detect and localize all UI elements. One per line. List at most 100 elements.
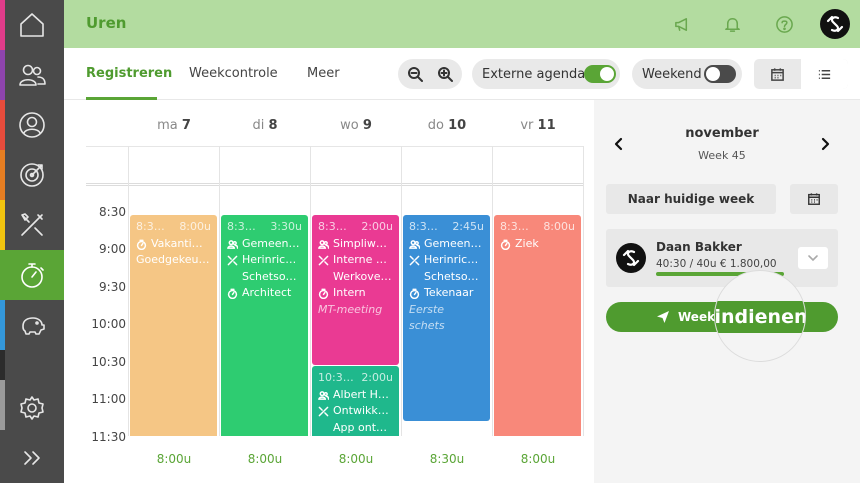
- tools-icon: [227, 255, 238, 266]
- stopwatch-icon: [21, 263, 44, 288]
- zoom-out-icon: [408, 67, 423, 82]
- event-line: Ziek: [500, 236, 575, 253]
- time-label: 9:00: [99, 242, 126, 256]
- toolbar: Registreren Weekcontrole Meer Externe ag…: [64, 48, 860, 100]
- external-agenda-toggle[interactable]: Externe agenda: [472, 59, 620, 89]
- tab-weekcontrole[interactable]: Weekcontrole: [189, 66, 278, 81]
- notifications-button[interactable]: [720, 12, 744, 36]
- event-line: Albert H…: [318, 387, 393, 404]
- nav-accent-stripe: [0, 350, 5, 380]
- event-line: Interne …: [318, 252, 393, 269]
- external-agenda-switch[interactable]: [584, 65, 616, 83]
- event-gemeente-tekenaar[interactable]: 8:3… 2:45u Gemeen… Herinric… Schetso… Tek…: [403, 215, 490, 421]
- event-line: Schetso…: [242, 269, 297, 283]
- event-time: 8:3… 8:00u: [136, 220, 211, 233]
- column-divider: [492, 146, 493, 438]
- chevron-right-icon: [821, 137, 830, 151]
- day-total: 8:00u: [520, 452, 556, 466]
- help-button[interactable]: [772, 12, 796, 36]
- view-switch: [754, 59, 848, 89]
- event-mt-meeting[interactable]: 8:3… 2:00u Simpliw… Interne … Werkove… In…: [312, 215, 399, 365]
- event-note: MT-meeting: [318, 302, 383, 316]
- stopwatch-icon: [136, 239, 147, 250]
- announcements-button[interactable]: [670, 12, 694, 36]
- gear-icon: [20, 396, 44, 420]
- tab-registreren[interactable]: Registreren: [86, 66, 172, 81]
- nav-home[interactable]: [0, 0, 64, 50]
- expand-user-button[interactable]: [798, 247, 828, 269]
- switch-knob: [600, 67, 614, 81]
- event-time: 8:3… 8:00u: [500, 220, 575, 233]
- nav-finance[interactable]: [0, 300, 64, 350]
- column-divider: [128, 146, 129, 438]
- user-name: Daan Bakker: [656, 240, 742, 254]
- week-label: Week 45: [698, 149, 746, 162]
- calendar-view-button[interactable]: [754, 59, 801, 89]
- next-week-button[interactable]: [818, 136, 832, 151]
- list-view-button[interactable]: [801, 59, 848, 89]
- event-gemeente-architect[interactable]: 8:3… 3:30u Gemeen… Herinric… Schetso… Arc…: [221, 215, 308, 440]
- week-panel: november Week 45 Naar huidige week Daan …: [594, 100, 860, 483]
- current-week-button[interactable]: Naar huidige week: [606, 184, 776, 214]
- time-label: 10:30: [91, 355, 126, 369]
- users-icon: [409, 239, 421, 250]
- app-header: Uren: [64, 0, 860, 48]
- nav-settings[interactable]: [0, 383, 64, 433]
- chevron-down-icon: [808, 255, 818, 262]
- brand-logo-icon: [622, 249, 640, 267]
- column-divider: [401, 146, 402, 438]
- grid-bottom-edge: [128, 436, 584, 440]
- month-label: november: [685, 126, 759, 141]
- external-agenda-label: Externe agenda: [482, 66, 586, 82]
- event-line: Herinric…: [409, 252, 484, 269]
- weekend-switch[interactable]: [704, 65, 736, 83]
- account-avatar[interactable]: [820, 9, 850, 39]
- weekend-toggle[interactable]: Weekend: [632, 59, 742, 89]
- nav-profile[interactable]: [0, 100, 64, 150]
- nav-expand[interactable]: [0, 433, 64, 483]
- event-albert-heijn[interactable]: 10:3… 2:00u Albert H… Ontwikk… App ont…: [312, 366, 399, 440]
- column-divider: [219, 146, 220, 438]
- time-label: 9:30: [99, 280, 126, 294]
- day-total: 8:00u: [338, 452, 374, 466]
- tab-meer[interactable]: Meer: [307, 66, 340, 81]
- event-note: schets: [409, 319, 445, 332]
- event-line: Tekenaar: [409, 285, 484, 302]
- week-calendar: ma 7 di 8 wo 9 do 10 vr 11 8:30 9:00 9:3…: [64, 100, 594, 483]
- event-ziek[interactable]: 8:3… 8:00u Ziek: [494, 215, 581, 440]
- column-divider: [310, 146, 311, 438]
- target-icon: [20, 163, 44, 187]
- tools-icon: [409, 255, 420, 266]
- column-divider: [583, 146, 584, 438]
- avatar: [616, 243, 646, 273]
- nav-hours[interactable]: [0, 250, 64, 300]
- day-total: 8:00u: [156, 452, 192, 466]
- nav-targets[interactable]: [0, 150, 64, 200]
- users-icon: [227, 239, 239, 250]
- tools-icon: [318, 406, 329, 417]
- user-hours: 40:30 / 40u € 1.800,00: [656, 258, 777, 270]
- stopwatch-icon: [227, 288, 238, 300]
- zoom-in-icon: [438, 67, 453, 82]
- date-picker-button[interactable]: [790, 184, 838, 214]
- time-label: 11:30: [91, 430, 126, 444]
- stopwatch-icon: [318, 288, 329, 300]
- stopwatch-icon: [409, 288, 420, 300]
- user-circle-icon: [19, 112, 45, 138]
- event-line: App ont…: [333, 420, 388, 434]
- list-icon: [818, 69, 831, 79]
- time-label: 8:30: [99, 205, 126, 219]
- switch-knob: [706, 67, 720, 81]
- bell-icon: [724, 17, 740, 32]
- nav-tools[interactable]: [0, 200, 64, 250]
- nav-contacts[interactable]: [0, 50, 64, 100]
- zoom-in-button[interactable]: [430, 59, 460, 89]
- event-line: Schetso…: [424, 269, 479, 283]
- calendar-icon: [771, 67, 784, 81]
- tools-icon: [21, 213, 43, 236]
- zoom-out-button[interactable]: [400, 59, 430, 89]
- event-line: Ontwikk…: [318, 403, 393, 420]
- send-icon: [657, 311, 669, 323]
- event-vakantie[interactable]: 8:3… 8:00u Vakanti… Goedgekeu…: [130, 215, 217, 440]
- day-header-fri: vr 11: [520, 118, 556, 133]
